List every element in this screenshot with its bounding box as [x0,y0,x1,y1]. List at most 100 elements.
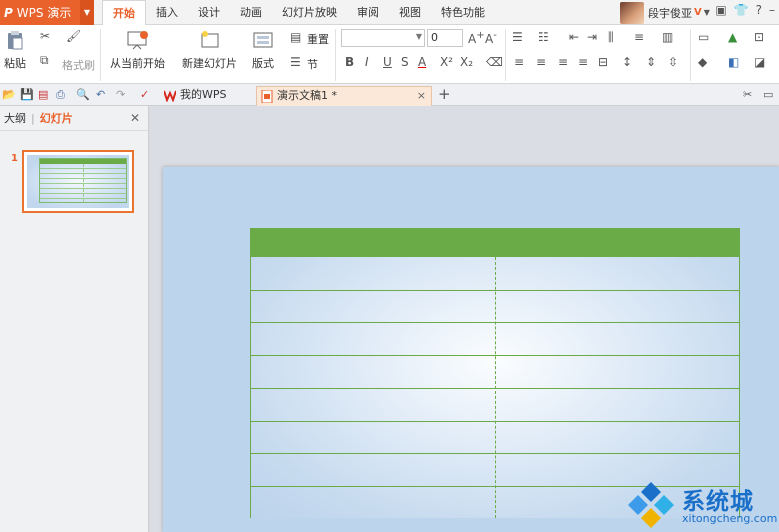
tab-label: 我的WPS [180,88,227,101]
clipboard-icon [4,29,26,51]
textbox-icon[interactable]: ▭ [698,30,709,44]
tab-review[interactable]: 审阅 [347,0,389,25]
tab-label: 演示文稿1 * [277,89,337,102]
paste-label: 粘贴 [4,57,26,70]
tab-my-wps[interactable]: 我的WPS [160,86,256,106]
reset-button[interactable]: 重置 [307,31,329,47]
section-icon[interactable]: ☰ [290,55,301,69]
justify-icon[interactable]: ≡ [578,55,588,69]
skin-icon[interactable]: ▣ [715,3,726,17]
tab-special[interactable]: 特色功能 [431,0,495,25]
chevron-down-icon[interactable]: ▼ [704,8,710,17]
close-icon[interactable]: × [417,87,426,105]
tab-slideshow[interactable]: 幻灯片放映 [272,0,347,25]
preview-icon[interactable]: 🔍 [76,88,90,101]
subscript-icon[interactable]: X₂ [460,55,473,69]
new-slide-icon [199,29,221,51]
vip-badge: V [694,7,702,18]
align-left-icon[interactable]: ≡ [514,55,524,69]
align-text-icon[interactable]: ≡ [634,30,644,44]
slide-number: 1 [11,153,18,164]
app-menu-button[interactable]: P WPS 演示 ▼ [0,0,94,25]
brush-icon[interactable]: 🖌 [66,29,81,43]
new-tab-icon[interactable]: + [438,85,451,103]
redo-icon[interactable]: ↷ [116,88,125,101]
pdf-icon[interactable]: ▤ [38,88,48,101]
tab-outline[interactable]: 大纲 [4,110,26,126]
tools-icon[interactable]: ✂ [743,88,752,101]
open-icon[interactable]: 📂 [2,88,16,101]
clear-format-icon[interactable]: ⌫ [486,55,503,69]
thumbnail-table [39,158,127,203]
line-spacing-icon[interactable]: ↕ [622,55,632,69]
distribute-icon[interactable]: ⊟ [598,55,608,69]
watermark-text: 系统城 [682,489,754,515]
chevron-down-icon[interactable]: ▼ [416,32,422,41]
from-current-button[interactable]: 从当前开始 [110,29,165,71]
chevron-down-icon[interactable]: ▼ [80,0,94,25]
user-account[interactable]: 段宇俊亚 V ▼ [620,1,710,24]
shape-fill-icon[interactable]: ◆ [698,55,707,69]
layout-button[interactable]: 版式 [252,29,274,71]
slide-table[interactable] [250,228,740,518]
arrange-icon[interactable]: ◧ [728,55,739,69]
presentation-file-icon [261,90,273,103]
font-color-icon[interactable]: A [418,55,426,69]
new-slide-button[interactable]: 新建幻灯片 [182,29,237,71]
picture-icon[interactable]: ▲ [728,30,737,44]
cut-icon[interactable]: ✂ [40,29,50,43]
help-icon[interactable]: ? [756,3,762,17]
decrease-indent-icon[interactable]: ⇤ [569,30,579,44]
underline-icon[interactable]: U [383,55,392,69]
font-name-select[interactable]: ▼ [341,29,425,47]
maximize-icon[interactable]: ▭ [763,88,773,101]
superscript-icon[interactable]: X² [440,55,453,69]
system-icons: ▣ 👕 ? – [715,3,775,17]
align-right-icon[interactable]: ≡ [558,55,568,69]
tab-insert[interactable]: 插入 [146,0,188,25]
watermark-url: xitongcheng.com [682,512,778,525]
reset-icon[interactable]: ▤ [290,30,301,44]
paragraph-spacing-icon[interactable]: ⇕ [646,55,656,69]
customize-icon[interactable]: ✓ [140,88,149,101]
shirt-icon[interactable]: 👕 [734,3,749,17]
align-center-icon[interactable]: ≡ [536,55,546,69]
font-shrink-icon[interactable]: A- [485,30,497,46]
tab-view[interactable]: 视图 [389,0,431,25]
outline-icon[interactable]: ◪ [754,55,765,69]
xitongcheng-logo-icon [628,482,674,528]
shape-icon[interactable]: ⊡ [754,30,764,44]
table-header-row[interactable] [251,229,739,257]
columns-icon[interactable]: ▥ [662,30,673,44]
save-icon[interactable]: 💾 [20,88,34,101]
close-icon[interactable]: ✕ [130,111,140,125]
text-direction-icon[interactable]: ⫼ [608,30,614,45]
shadow-icon[interactable]: S [401,55,409,69]
tab-home[interactable]: 开始 [102,0,146,26]
editing-workspace [150,106,779,532]
layout-icon [252,29,274,51]
font-size-select[interactable]: 0 [427,29,463,47]
font-grow-icon[interactable]: A+ [468,30,485,46]
undo-icon[interactable]: ↶ [96,88,105,101]
increase-indent-icon[interactable]: ⇥ [587,30,597,44]
italic-icon[interactable]: I [365,55,369,69]
paste-button[interactable]: 粘贴 [4,29,26,71]
print-icon[interactable]: ⎙ [56,88,65,102]
vertical-align-icon[interactable]: ⇳ [668,55,678,69]
tab-animation[interactable]: 动画 [230,0,272,25]
layout-label: 版式 [252,57,274,70]
tab-slides[interactable]: 幻灯片 [40,110,73,126]
numbered-list-icon[interactable]: ☷ [538,30,549,44]
tab-design[interactable]: 设计 [188,0,230,25]
section-button[interactable]: 节 [307,56,318,72]
bold-icon[interactable]: B [345,55,354,69]
ribbon-toolbar: 粘贴 ✂ ⧉ 🖌 格式刷 从当前开始 新建幻灯片 版式 ▤ 重置 ☰ 节 ▼ 0… [0,25,779,84]
projector-icon [127,29,149,51]
slide-thumbnail[interactable] [22,150,134,213]
copy-icon[interactable]: ⧉ [40,53,49,68]
format-painter-button[interactable]: 格式刷 [62,57,95,73]
minimize-icon[interactable]: – [769,3,775,17]
tab-presentation1[interactable]: 演示文稿1 * × [256,86,432,106]
bullet-list-icon[interactable]: ☰ [512,30,523,44]
